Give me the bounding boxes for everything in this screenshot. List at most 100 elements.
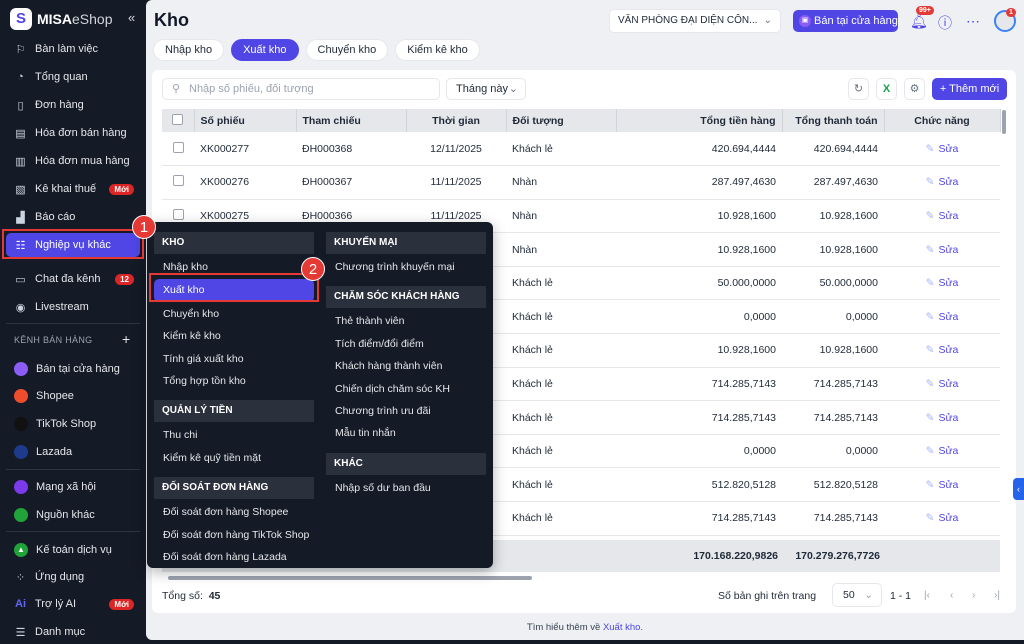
sidebar-item-mang-xa-hoi[interactable]: Mạng xã hội (6, 475, 140, 499)
learn-more-text: Tìm hiểu thêm về (526, 622, 601, 633)
sidebar-item-bao-cao[interactable]: ▟ Báo cáo (6, 205, 140, 229)
edit-button[interactable]: ✎ Sửa (926, 176, 959, 188)
more-icon[interactable]: ⋯ (966, 13, 980, 30)
menu-item-doi-soat-don-hang-shopee[interactable]: Đối soát đơn hàng Shopee (154, 501, 314, 523)
refresh-button[interactable]: ↻ (848, 78, 869, 100)
sidebar-item-nguon-khac[interactable]: Nguồn khác (6, 503, 140, 527)
bell-icon[interactable]: 🔔︎ (910, 13, 928, 30)
last-page-icon[interactable]: ›| (994, 590, 1000, 601)
bao-cao-icon: ▟ (16, 211, 25, 224)
add-channel-icon[interactable]: + (122, 331, 130, 347)
sidebar-item-don-hang[interactable]: ▯ Đơn hàng (6, 93, 140, 117)
edit-button[interactable]: ✎ Sửa (926, 512, 959, 524)
sidebar-item-hoa-don-ban-hang[interactable]: ▤ Hóa đơn bán hàng (6, 121, 140, 145)
voucher-number[interactable]: XK000276 (194, 165, 296, 200)
menu-item-doi-soat-don-hang-tiktok-shop[interactable]: Đối soát đơn hàng TikTok Shop (154, 524, 314, 546)
sidebar-item-danh-muc[interactable]: ☰ Danh mục (6, 620, 140, 644)
menu-item-doi-soat-don-hang-lazada[interactable]: Đối soát đơn hàng Lazada (154, 546, 314, 568)
edit-button[interactable]: ✎ Sửa (926, 210, 959, 222)
menu-section-quan-ly-tien: QUẢN LÝ TIỀN (154, 400, 314, 423)
total-goods: 170.168.220,9826 (693, 550, 778, 562)
edit-button[interactable]: ✎ Sửa (926, 277, 959, 289)
tab-nhap-kho[interactable]: Nhập kho (153, 39, 225, 61)
annotation-highlight-1 (2, 229, 144, 259)
edit-button[interactable]: ✎ Sửa (926, 412, 959, 424)
next-page-icon[interactable]: › (972, 590, 975, 601)
menu-item-tinh-gia-xuat-kho[interactable]: Tính giá xuất kho (154, 348, 314, 370)
edit-button[interactable]: ✎ Sửa (926, 143, 959, 155)
menu-item-chuong-trinh-uu-dai[interactable]: Chương trình ưu đãi (326, 400, 486, 422)
table-row[interactable]: XK000277 ĐH000368 12/11/2025 Khách lẻ 420.69… (162, 132, 1000, 167)
menu-item-kiem-ke-kho[interactable]: Kiểm kê kho (154, 325, 314, 347)
row-checkbox[interactable] (172, 208, 184, 220)
menu-item-chuong-trinh-khuyen-mai[interactable]: Chương trình khuyến mại (326, 256, 486, 278)
sidebar-item-tong-quan[interactable]: ◔ Tổng quan (6, 65, 140, 89)
sidebar-channel-shopee[interactable]: Shopee (6, 384, 140, 408)
customer: Nhàn (506, 232, 616, 267)
menu-item-mau-tin-nhan[interactable]: Mẫu tin nhắn (326, 422, 486, 444)
chat-da-kenh-icon: ▭ (15, 273, 26, 286)
menu-item-nhap-so-du-ban-dau[interactable]: Nhập số dư ban đầu (326, 477, 486, 499)
edit-button[interactable]: ✎ Sửa (926, 378, 959, 390)
sidebar-item-ung-dung[interactable]: ⁘ Ứng dụng (6, 565, 140, 589)
branch-select[interactable]: VĂN PHÒNG ĐẠI DIỆN CÔN... ⌄ (609, 9, 781, 33)
edit-cell: ✎ Sửa (884, 467, 1000, 503)
menu-item-khach-hang-thanh-vien[interactable]: Khách hàng thành viên (326, 355, 486, 377)
voucher-number[interactable]: XK000277 (194, 132, 296, 167)
livestream-icon: ◉ (15, 301, 26, 314)
sidebar-item-ke-toan-dich-vu[interactable]: ▲ Kế toán dịch vụ (6, 538, 140, 562)
prev-page-icon[interactable]: ‹ (950, 590, 953, 601)
table-row[interactable]: XK000276 ĐH000367 11/11/2025 Nhàn 287.497,46… (162, 165, 1000, 200)
period-select[interactable]: Tháng này ⌄ (446, 78, 526, 100)
menu-item-chuyen-kho[interactable]: Chuyển kho (154, 303, 314, 325)
customer: Khách lẻ (506, 367, 616, 402)
tab-kiem-ke-kho[interactable]: Kiểm kê kho (395, 39, 480, 61)
learn-more-link[interactable]: Xuất kho. (603, 622, 643, 633)
menu-item-kiem-ke-quy-tien-mat[interactable]: Kiểm kê quỹ tiền mặt (154, 447, 314, 469)
edit-button[interactable]: ✎ Sửa (926, 479, 959, 491)
row-checkbox[interactable] (172, 175, 184, 187)
search-input[interactable]: ⚲ Nhập số phiếu, đối tượng (162, 78, 440, 100)
logo[interactable]: S MISAeShop (10, 8, 112, 30)
horizontal-scrollbar[interactable] (168, 576, 532, 580)
export-excel-button[interactable]: X (876, 78, 897, 100)
sidebar-item-tro-ly-ai[interactable]: Ai Trợ lý AI Mới (6, 592, 140, 616)
help-icon[interactable]: ⓘ (938, 13, 952, 33)
annotation-step-2: 2 (301, 257, 325, 281)
edit-button[interactable]: ✎ Sửa (926, 445, 959, 457)
edit-label: Sửa (938, 142, 959, 155)
sidebar-channel-tiktok-shop[interactable]: TikTok Shop (6, 412, 140, 436)
menu-item-chien-dich-cham-soc-kh[interactable]: Chiến dịch chăm sóc KH (326, 378, 486, 400)
edit-label: Sửa (938, 377, 959, 390)
edit-button[interactable]: ✎ Sửa (926, 244, 959, 256)
add-new-button[interactable]: + Thêm mới (932, 78, 1007, 100)
tab-xuat-kho[interactable]: Xuất kho (231, 39, 299, 61)
per-page-select[interactable]: 50 ⌄ (832, 583, 882, 607)
sidebar-item-label: Tổng quan (35, 71, 88, 83)
sidebar-item-ke-khai-thue[interactable]: ▧ Kê khai thuế Mới (6, 177, 140, 201)
row-checkbox[interactable] (172, 141, 184, 153)
sidebar-channel-ban-tai-cua-hang[interactable]: Bán tại cửa hàng (6, 357, 140, 381)
expand-panel-icon[interactable]: ‹ (1013, 478, 1024, 500)
vertical-scrollbar[interactable] (1002, 110, 1006, 134)
sidebar-item-label: Kê khai thuế (35, 183, 97, 195)
edit-button[interactable]: ✎ Sửa (926, 344, 959, 356)
menu-item-tong-hop-ton-kho[interactable]: Tổng hợp tồn kho (154, 370, 314, 392)
settings-button[interactable]: ⚙ (904, 78, 925, 100)
sidebar-item-chat-da-kenh[interactable]: ▭ Chat đa kênh 12 (6, 267, 140, 291)
menu-item-the-thanh-vien[interactable]: Thẻ thành viên (326, 310, 486, 332)
first-page-icon[interactable]: |‹ (924, 590, 930, 601)
menu-item-thu-chi[interactable]: Thu chi (154, 424, 314, 446)
checkbox[interactable] (172, 113, 184, 125)
sidebar-channel-lazada[interactable]: Lazada (6, 440, 140, 464)
sidebar-item-ban-lam-viec[interactable]: ⚐ Bàn làm việc (6, 37, 140, 61)
tab-chuyen-kho[interactable]: Chuyển kho (305, 39, 389, 61)
sidebar-item-livestream[interactable]: ◉ Livestream (6, 295, 140, 319)
sell-in-store-button[interactable]: ▣ Bán tại cửa hàng (793, 10, 898, 32)
select-all-checkbox[interactable] (162, 109, 195, 132)
menu-item-tich-diem-doi-diem[interactable]: Tích điểm/đổi điểm (326, 333, 486, 355)
ban-tai-cua-hang-icon (14, 362, 28, 376)
edit-button[interactable]: ✎ Sửa (926, 311, 959, 323)
collapse-sidebar-icon[interactable]: « (128, 10, 135, 25)
sidebar-item-hoa-don-mua-hang[interactable]: ▥ Hóa đơn mua hàng (6, 149, 140, 173)
